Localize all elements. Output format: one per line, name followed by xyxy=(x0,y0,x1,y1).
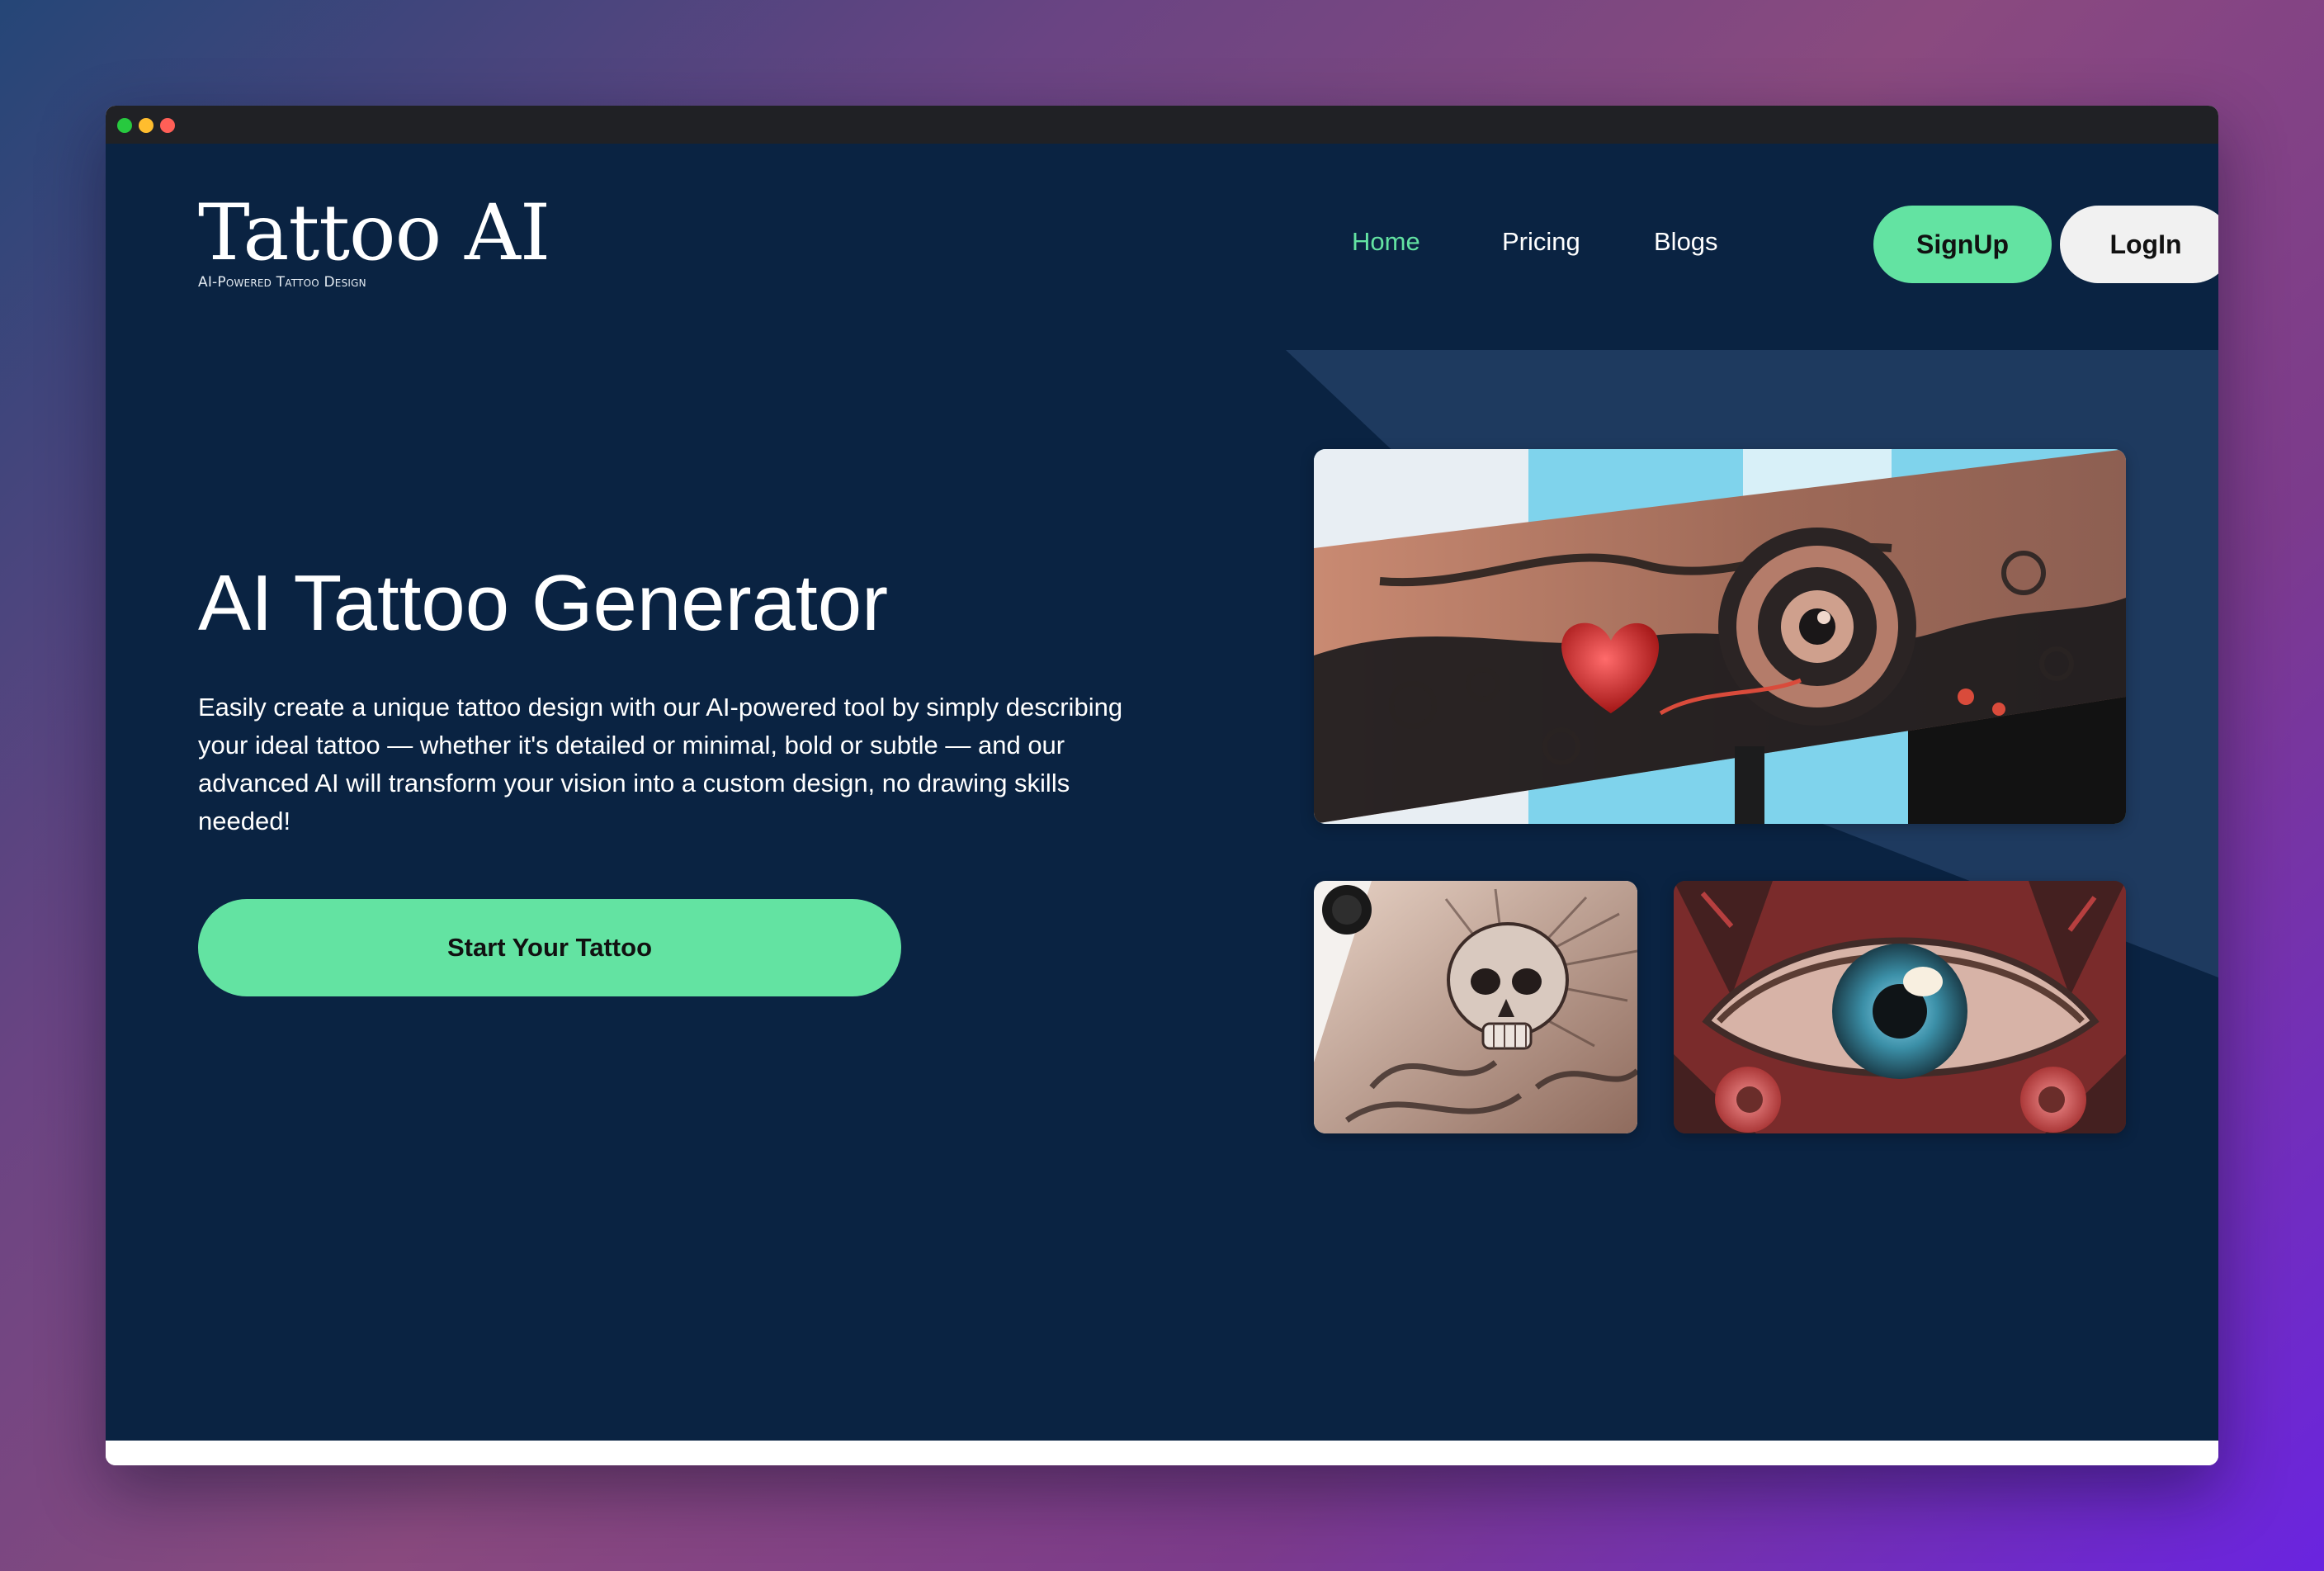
nav-blogs-link[interactable]: Blogs xyxy=(1654,227,1718,257)
tattoo-sleeve-illustration xyxy=(1314,449,2126,824)
hero-description: Easily create a unique tattoo design wit… xyxy=(198,693,1123,835)
logo-title: Tattoo AI xyxy=(198,188,550,278)
skull-tattoo-image xyxy=(1314,881,1637,1133)
start-tattoo-button[interactable]: Start Your Tattoo xyxy=(198,899,901,996)
red-dot-icon[interactable] xyxy=(160,118,175,133)
skull-tattoo-illustration xyxy=(1314,881,1637,1133)
signup-button[interactable]: SignUp xyxy=(1873,206,2052,283)
nav-home-link[interactable]: Home xyxy=(1352,227,1420,257)
login-button[interactable]: LogIn xyxy=(2060,206,2218,283)
landing-page: Tattoo AI AI-Powered Tattoo Design Home … xyxy=(106,144,2218,1441)
window-titlebar xyxy=(106,106,2218,144)
window-bottom-strip xyxy=(106,1441,2218,1465)
site-logo[interactable]: Tattoo AI AI-Powered Tattoo Design xyxy=(198,195,550,291)
eye-tattoo-illustration xyxy=(1674,881,2126,1133)
tattoo-sleeve-image xyxy=(1314,449,2126,824)
yellow-dot-icon[interactable] xyxy=(139,118,154,133)
eye-tattoo-image xyxy=(1674,881,2126,1133)
green-dot-icon[interactable] xyxy=(117,118,132,133)
browser-window: Tattoo AI AI-Powered Tattoo Design Home … xyxy=(106,106,2218,1465)
nav-pricing-link[interactable]: Pricing xyxy=(1502,227,1580,257)
hero-title: AI Tattoo Generator xyxy=(198,559,889,647)
